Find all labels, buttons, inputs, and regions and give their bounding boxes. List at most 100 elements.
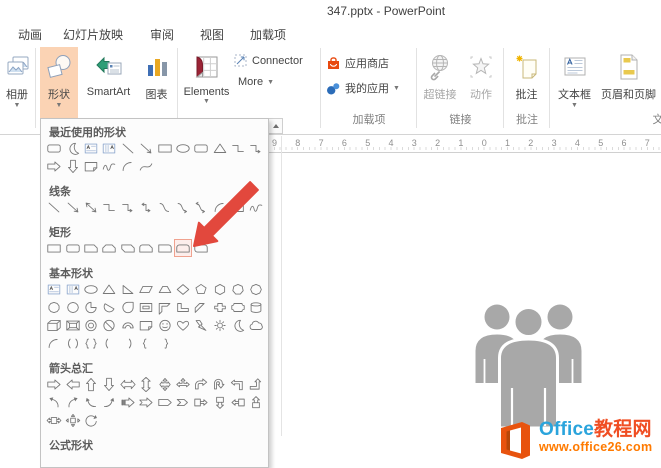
shape-block-arc[interactable] <box>119 316 137 334</box>
shape-text-box[interactable] <box>45 280 63 298</box>
shape-arc[interactable] <box>211 198 229 216</box>
shape-curved-left-arrow[interactable] <box>45 393 63 411</box>
shape-cloud[interactable] <box>247 316 265 334</box>
shape-snip-same-side-corner-rectangle[interactable] <box>100 239 118 257</box>
shape-bent-up-arrow[interactable] <box>247 375 265 393</box>
shape-up-arrow[interactable] <box>82 375 100 393</box>
tab-addins[interactable]: 加载项 <box>250 26 286 43</box>
shape-curved-double-arrow-connector[interactable] <box>192 198 210 216</box>
shape-arc[interactable] <box>119 157 137 175</box>
shape-heart[interactable] <box>174 316 192 334</box>
shape-plaque[interactable] <box>229 298 247 316</box>
shape-u-turn-arrow[interactable] <box>211 375 229 393</box>
shape-right-triangle[interactable] <box>119 280 137 298</box>
shape-double-bracket[interactable] <box>63 334 81 352</box>
tab-slideshow[interactable]: 幻灯片放映 <box>63 26 123 43</box>
shape-trapezoid[interactable] <box>155 280 173 298</box>
shape-l-shape[interactable] <box>174 298 192 316</box>
shape-notched-right-arrow[interactable] <box>137 393 155 411</box>
shape-diagonal-stripe[interactable] <box>192 298 210 316</box>
shape-rectangle[interactable] <box>155 139 173 157</box>
shape-arc[interactable] <box>45 334 63 352</box>
tab-review[interactable]: 审阅 <box>150 26 174 43</box>
shape-heptagon[interactable] <box>229 280 247 298</box>
shape-moon[interactable] <box>63 139 81 157</box>
shape-donut[interactable] <box>82 316 100 334</box>
shape-isosceles-triangle[interactable] <box>211 139 229 157</box>
shape-snip-round-single-corner-rectangle[interactable] <box>137 239 155 257</box>
shape-half-frame[interactable] <box>155 298 173 316</box>
shape-line-arrow[interactable] <box>63 198 81 216</box>
smartart-button[interactable]: SmartArt <box>80 47 137 129</box>
photo-album-button[interactable]: 相册 ▼ <box>0 47 38 129</box>
shape-scribble[interactable] <box>247 198 265 216</box>
my-apps-button[interactable]: 我的应用 ▼ <box>326 80 400 96</box>
shape-isosceles-triangle[interactable] <box>100 280 118 298</box>
shape-down-arrow[interactable] <box>100 375 118 393</box>
shape-pentagon-arrow[interactable] <box>155 393 173 411</box>
connector-button[interactable]: Connector <box>233 53 303 68</box>
shape-right-arrow[interactable] <box>45 375 63 393</box>
chart-button[interactable]: 图表 <box>138 47 175 129</box>
shape-cube[interactable] <box>45 316 63 334</box>
shape-chord[interactable] <box>100 298 118 316</box>
shape-frame[interactable] <box>137 298 155 316</box>
shape-curved-right-arrow[interactable] <box>63 393 81 411</box>
shape-elbow-double-arrow-connector[interactable] <box>137 198 155 216</box>
shape-scribble[interactable] <box>100 157 118 175</box>
people-clipart[interactable] <box>472 301 585 428</box>
shape-round-diagonal-corner-rectangle[interactable] <box>192 239 210 257</box>
shape-left-arrow[interactable] <box>63 375 81 393</box>
shape-double-brace[interactable] <box>82 334 100 352</box>
shape-right-bracket[interactable] <box>119 334 137 352</box>
shape-curved-arrow-connector[interactable] <box>174 198 192 216</box>
shape-up-arrow-callout[interactable] <box>247 393 265 411</box>
shape-sun[interactable] <box>211 316 229 334</box>
shape-left-up-arrow[interactable] <box>229 375 247 393</box>
shape-left-right-up-arrow[interactable] <box>174 375 192 393</box>
app-store-button[interactable]: 应用商店 <box>326 55 389 71</box>
shape-right-arrow[interactable] <box>45 157 63 175</box>
shape-elbow-connector[interactable] <box>229 139 247 157</box>
shape-can[interactable] <box>247 298 265 316</box>
shape-left-right-arrow-callout[interactable] <box>45 411 63 429</box>
shape-pie[interactable] <box>82 298 100 316</box>
shape-oval[interactable] <box>82 280 100 298</box>
shape-left-bracket[interactable] <box>100 334 118 352</box>
thumbnails-scroll-up-button[interactable] <box>268 118 283 134</box>
shape-freeform[interactable] <box>229 198 247 216</box>
shape-left-brace[interactable] <box>137 334 155 352</box>
shape-vertical-text-box[interactable] <box>100 139 118 157</box>
shape-curved-down-arrow[interactable] <box>100 393 118 411</box>
shape-snip-single-corner-rectangle[interactable] <box>82 239 100 257</box>
shape-up-down-arrow[interactable] <box>137 375 155 393</box>
tab-animations[interactable]: 动画 <box>18 26 42 43</box>
shape-line[interactable] <box>119 139 137 157</box>
shape-bent-arrow[interactable] <box>192 375 210 393</box>
shape-pentagon[interactable] <box>192 280 210 298</box>
shape-folded-corner[interactable] <box>137 316 155 334</box>
tab-view[interactable]: 视图 <box>200 26 224 43</box>
shape-smiley-face[interactable] <box>155 316 173 334</box>
shape-hexagon[interactable] <box>211 280 229 298</box>
shape-text-box[interactable] <box>82 139 100 157</box>
shape-circular-arrow[interactable] <box>82 411 100 429</box>
shape-left-right-arrow[interactable] <box>119 375 137 393</box>
shape-rounded-rectangle[interactable] <box>192 139 210 157</box>
shape-chevron-arrow[interactable] <box>174 393 192 411</box>
shape-teardrop[interactable] <box>119 298 137 316</box>
shape-parallelogram[interactable] <box>137 280 155 298</box>
shape-line-double-arrow[interactable] <box>82 198 100 216</box>
shape-elbow-connector[interactable] <box>100 198 118 216</box>
shape-rounded-rectangle[interactable] <box>45 139 63 157</box>
shape-elbow-arrow-connector[interactable] <box>119 198 137 216</box>
shape-quad-arrow[interactable] <box>155 375 173 393</box>
shape-decagon[interactable] <box>45 298 63 316</box>
shape-lightning-bolt[interactable] <box>192 316 210 334</box>
shape-cross[interactable] <box>211 298 229 316</box>
shape-curve[interactable] <box>137 157 155 175</box>
shape-round-same-side-corner-rectangle[interactable] <box>173 239 193 257</box>
shape-octagon[interactable] <box>247 280 265 298</box>
shape-curved-up-arrow[interactable] <box>82 393 100 411</box>
shape-right-arrow-callout[interactable] <box>192 393 210 411</box>
